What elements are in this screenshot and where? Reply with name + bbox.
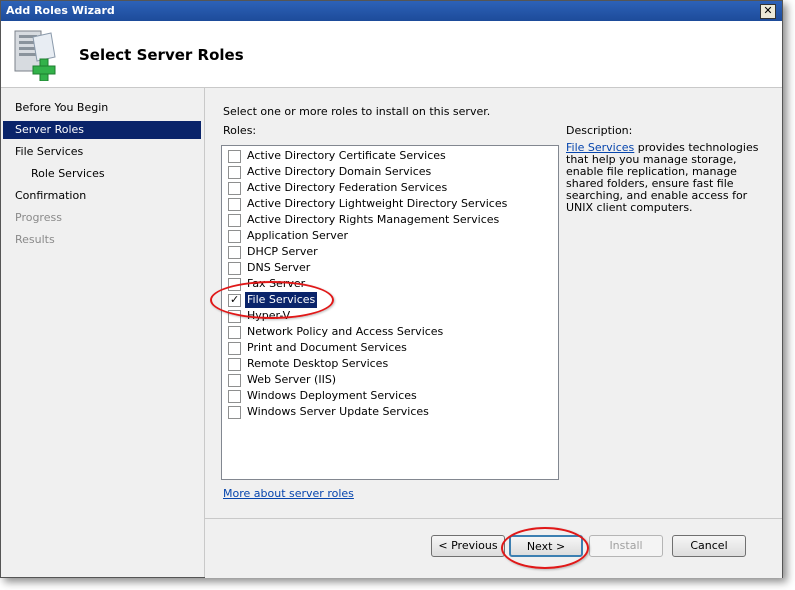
page-title: Select Server Roles xyxy=(79,46,244,64)
role-item[interactable]: Active Directory Certificate Services xyxy=(225,148,550,164)
file-services-checkbox[interactable]: ✓ xyxy=(228,293,241,307)
title-bar: Add Roles Wizard ✕ xyxy=(1,1,782,21)
role-item-file-services[interactable]: ✓ File Services xyxy=(225,292,550,308)
more-about-server-roles-link[interactable]: More about server roles xyxy=(223,487,354,500)
role-label[interactable]: Active Directory Federation Services xyxy=(245,180,449,196)
role-checkbox[interactable] xyxy=(228,406,241,419)
role-checkbox[interactable] xyxy=(228,150,241,163)
role-checkbox[interactable] xyxy=(228,262,241,275)
role-label[interactable]: Windows Deployment Services xyxy=(245,388,419,404)
role-item[interactable]: Web Server (IIS) xyxy=(225,372,550,388)
role-item[interactable]: DHCP Server xyxy=(225,244,550,260)
role-checkbox[interactable] xyxy=(228,166,241,179)
nav-item-server-roles[interactable]: Server Roles xyxy=(3,121,201,139)
role-label[interactable]: Application Server xyxy=(245,228,350,244)
nav-item-progress: Progress xyxy=(15,211,62,224)
role-label[interactable]: DNS Server xyxy=(245,260,312,276)
roles-listbox[interactable]: Active Directory Certificate Services Ac… xyxy=(221,145,559,480)
nav-item-before-you-begin[interactable]: Before You Begin xyxy=(3,99,201,117)
role-checkbox[interactable] xyxy=(228,390,241,403)
role-checkbox[interactable] xyxy=(228,310,241,323)
role-label[interactable]: Network Policy and Access Services xyxy=(245,324,445,340)
role-item[interactable]: Network Policy and Access Services xyxy=(225,324,550,340)
role-item[interactable]: Active Directory Federation Services xyxy=(225,180,550,196)
role-label[interactable]: DHCP Server xyxy=(245,244,320,260)
role-checkbox[interactable] xyxy=(228,230,241,243)
role-item[interactable]: Fax Server xyxy=(225,276,550,292)
roles-label: Roles: xyxy=(223,124,257,137)
role-checkbox[interactable] xyxy=(228,278,241,291)
description-label: Description: xyxy=(566,124,633,137)
button-bar: < Previous Next > Install Cancel xyxy=(205,518,782,578)
role-checkbox[interactable] xyxy=(228,214,241,227)
role-label[interactable]: Active Directory Rights Management Servi… xyxy=(245,212,501,228)
role-label[interactable]: Remote Desktop Services xyxy=(245,356,390,372)
role-label[interactable]: File Services xyxy=(245,292,318,308)
add-roles-wizard-window: Add Roles Wizard ✕ Select Server Roles B… xyxy=(0,0,783,578)
server-roles-icon xyxy=(14,30,56,81)
instruction-text: Select one or more roles to install on t… xyxy=(223,105,491,118)
role-item[interactable]: Windows Server Update Services xyxy=(225,404,550,420)
wizard-header: Select Server Roles xyxy=(1,21,782,88)
description-text: File Services provides technologies that… xyxy=(566,142,766,214)
role-label[interactable]: Active Directory Certificate Services xyxy=(245,148,448,164)
role-item[interactable]: Print and Document Services xyxy=(225,340,550,356)
nav-item-role-services[interactable]: Role Services xyxy=(3,165,201,183)
role-checkbox[interactable] xyxy=(228,246,241,259)
role-checkbox[interactable] xyxy=(228,326,241,339)
role-item[interactable]: Remote Desktop Services xyxy=(225,356,550,372)
role-item[interactable]: Active Directory Lightweight Directory S… xyxy=(225,196,550,212)
role-checkbox[interactable] xyxy=(228,182,241,195)
next-button[interactable]: Next > xyxy=(509,535,583,557)
checkmark-icon: ✓ xyxy=(230,293,240,306)
role-item[interactable]: Active Directory Rights Management Servi… xyxy=(225,212,550,228)
wizard-steps-nav: Before You Begin Server Roles File Servi… xyxy=(1,88,205,577)
role-item[interactable]: Hyper-V xyxy=(225,308,550,324)
role-checkbox[interactable] xyxy=(228,358,241,371)
window-title: Add Roles Wizard xyxy=(6,4,115,17)
nav-item-results: Results xyxy=(15,233,55,246)
close-button[interactable]: ✕ xyxy=(760,4,776,19)
nav-item-confirmation[interactable]: Confirmation xyxy=(3,187,201,205)
nav-item-file-services[interactable]: File Services xyxy=(3,143,201,161)
role-checkbox[interactable] xyxy=(228,374,241,387)
role-label[interactable]: Windows Server Update Services xyxy=(245,404,431,420)
role-item[interactable]: DNS Server xyxy=(225,260,550,276)
role-checkbox[interactable] xyxy=(228,198,241,211)
previous-button[interactable]: < Previous xyxy=(431,535,505,557)
role-label[interactable]: Active Directory Lightweight Directory S… xyxy=(245,196,509,212)
role-checkbox[interactable] xyxy=(228,342,241,355)
role-label[interactable]: Web Server (IIS) xyxy=(245,372,338,388)
role-label[interactable]: Active Directory Domain Services xyxy=(245,164,433,180)
role-label[interactable]: Hyper-V xyxy=(245,308,292,324)
role-item[interactable]: Windows Deployment Services xyxy=(225,388,550,404)
role-item[interactable]: Application Server xyxy=(225,228,550,244)
install-button: Install xyxy=(589,535,663,557)
role-item[interactable]: Active Directory Domain Services xyxy=(225,164,550,180)
cancel-button[interactable]: Cancel xyxy=(672,535,746,557)
role-label[interactable]: Print and Document Services xyxy=(245,340,409,356)
role-label[interactable]: Fax Server xyxy=(245,276,307,292)
main-content: Select one or more roles to install on t… xyxy=(205,88,782,518)
